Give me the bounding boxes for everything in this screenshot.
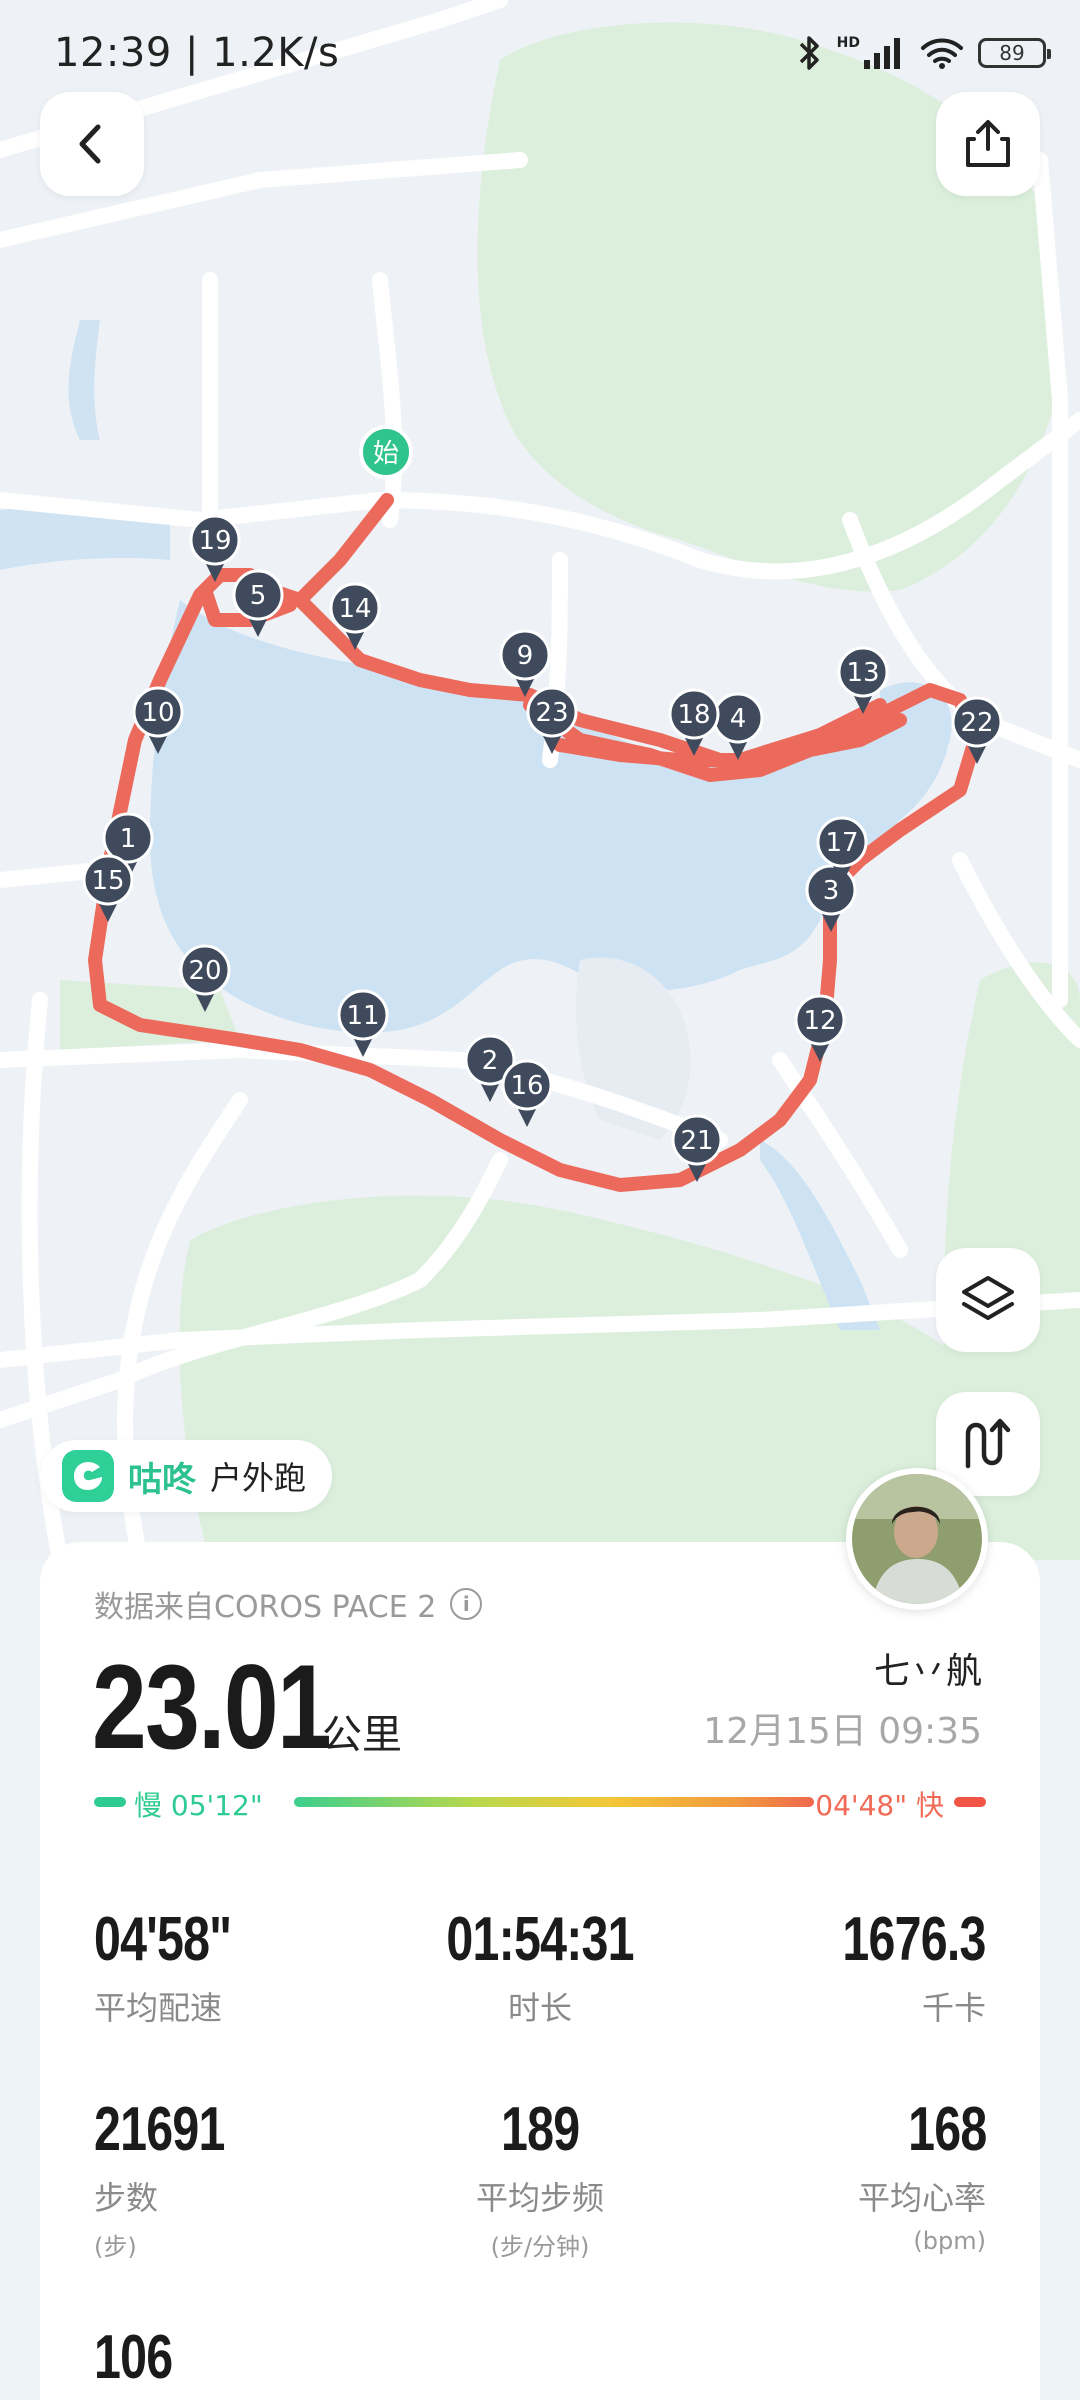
stat-value: 189 bbox=[500, 2095, 580, 2164]
stat-label: 时长 bbox=[507, 1989, 572, 2027]
share-button[interactable] bbox=[936, 92, 1040, 196]
pace-range-bar: 慢 05'12" 04'48" 快 bbox=[94, 1784, 986, 1822]
km-marker-label: 4 bbox=[730, 704, 747, 734]
stat-label: 平均心率 bbox=[857, 2179, 986, 2217]
stat-value: 21691 bbox=[94, 2095, 225, 2164]
wifi-icon bbox=[921, 38, 963, 69]
stat-avg-pace: 04'58" 平均配速 bbox=[94, 1904, 394, 2029]
avatar[interactable] bbox=[846, 1468, 988, 1610]
stats-row-1: 04'58" 平均配速 01:54:31 时长 1676.3 千卡 bbox=[94, 1904, 987, 2094]
pace-gradient bbox=[294, 1797, 814, 1807]
stat-extra: 106 bbox=[94, 2322, 394, 2393]
km-marker-label: 19 bbox=[198, 526, 231, 556]
km-marker-label: 13 bbox=[846, 658, 879, 688]
status-time: 12:39 | 1.2K/s bbox=[54, 30, 340, 76]
km-marker-label: 20 bbox=[188, 956, 221, 986]
stat-unit: (bpm) bbox=[913, 2227, 986, 2255]
stat-label: 平均配速 bbox=[94, 1989, 223, 2027]
data-source-text: 数据来自COROS PACE 2 bbox=[94, 1590, 437, 1625]
pace-slow-dot bbox=[94, 1797, 126, 1807]
screen: 始 19 5 14 10 1 15 20 11 2 16 21 12 3 17 22 13 4 18 9 23 12:… bbox=[0, 0, 1080, 2400]
stat-unit: (步/分钟) bbox=[490, 2233, 590, 2261]
pace-fast-dot bbox=[954, 1797, 986, 1807]
user-name[interactable]: 七丷舧 bbox=[874, 1642, 982, 1694]
km-marker-label: 22 bbox=[960, 708, 993, 738]
distance-value: 23.01 bbox=[92, 1640, 332, 1774]
network-tag: HD bbox=[836, 35, 860, 51]
pace-slow-label: 慢 05'12" bbox=[134, 1789, 263, 1822]
layers-icon bbox=[962, 1276, 1014, 1320]
route-map[interactable]: 始 19 5 14 10 1 15 20 11 2 16 21 12 3 17 22 13 4 18 9 23 bbox=[0, 0, 1080, 1560]
km-marker-label: 1 bbox=[120, 824, 137, 854]
app-logo-icon bbox=[62, 1450, 114, 1502]
km-marker-label: 17 bbox=[825, 828, 858, 858]
start-marker[interactable]: 始 bbox=[359, 425, 413, 479]
stat-value: 168 bbox=[907, 2095, 987, 2164]
stat-value: 106 bbox=[94, 2323, 173, 2392]
km-marker-label: 23 bbox=[535, 698, 568, 728]
km-marker-label: 2 bbox=[482, 1046, 499, 1076]
km-marker-label: 16 bbox=[510, 1071, 543, 1101]
share-icon bbox=[966, 120, 1010, 167]
stat-value: 1676.3 bbox=[842, 1905, 987, 1974]
stats-grid: 04'58" 平均配速 01:54:31 时长 1676.3 千卡 21691 … bbox=[94, 1904, 987, 2400]
km-marker-label: 15 bbox=[91, 866, 124, 896]
stat-label: 步数 bbox=[94, 2179, 159, 2217]
stat-value: 04'58" bbox=[94, 1905, 232, 1974]
status-bar: 12:39 | 1.2K/s HD 89 bbox=[0, 0, 1080, 110]
avatar-photo bbox=[852, 1474, 982, 1604]
distance: 23.01 公里 bbox=[92, 1638, 402, 1776]
km-marker-label: 3 bbox=[823, 876, 840, 906]
km-marker-label: 11 bbox=[346, 1001, 379, 1031]
map-layers-button[interactable] bbox=[936, 1248, 1040, 1352]
km-marker-label: 14 bbox=[338, 594, 371, 624]
stat-value: 01:54:31 bbox=[446, 1905, 634, 1974]
km-marker-label: 9 bbox=[517, 641, 534, 671]
stat-duration: 01:54:31 时长 bbox=[390, 1904, 690, 2029]
km-marker-label: 21 bbox=[680, 1126, 713, 1156]
distance-unit: 公里 bbox=[322, 1712, 402, 1758]
pace-fast-label: 04'48" 快 bbox=[815, 1789, 944, 1822]
battery-indicator: 89 bbox=[978, 38, 1051, 68]
stat-label: 千卡 bbox=[921, 1989, 986, 2027]
stats-row-3: 106 bbox=[94, 2322, 986, 2400]
km-marker-label: 18 bbox=[677, 700, 710, 730]
app-name: 咕咚 bbox=[128, 1459, 196, 1500]
stat-heart-rate: 168 平均心率 (bpm) bbox=[686, 2094, 987, 2255]
summary-card: 数据来自COROS PACE 2 i 23.01 公里 七丷舧 12月15日 0… bbox=[40, 1542, 1040, 2400]
activity-type: 户外跑 bbox=[210, 1459, 307, 1497]
route-icon bbox=[965, 1418, 1011, 1469]
stat-unit: (步) bbox=[94, 2233, 137, 2261]
status-icons: HD 89 bbox=[797, 34, 1051, 72]
start-marker-label: 始 bbox=[373, 439, 399, 469]
km-marker-label: 5 bbox=[250, 581, 267, 611]
bluetooth-icon bbox=[799, 36, 819, 70]
km-marker-label: 12 bbox=[803, 1006, 836, 1036]
app-source-pill[interactable]: 咕咚 户外跑 bbox=[40, 1440, 333, 1512]
stat-calories: 1676.3 千卡 bbox=[686, 1904, 987, 2029]
data-source: 数据来自COROS PACE 2 i bbox=[94, 1582, 483, 1626]
stat-label: 平均步频 bbox=[475, 2179, 604, 2217]
stat-cadence: 189 平均步频 (步/分钟) bbox=[390, 2094, 690, 2262]
stats-row-2: 21691 步数 (步) 189 平均步频 (步/分钟) 168 平均心率 (b… bbox=[94, 2094, 987, 2284]
info-icon[interactable]: i bbox=[450, 1588, 483, 1620]
activity-date: 12月15日 09:35 bbox=[703, 1711, 982, 1752]
chevron-left-icon bbox=[79, 124, 101, 164]
km-marker-label: 10 bbox=[141, 698, 174, 728]
back-button[interactable] bbox=[40, 92, 144, 196]
stat-steps: 21691 步数 (步) bbox=[94, 2094, 394, 2262]
signal-icon bbox=[864, 38, 900, 69]
